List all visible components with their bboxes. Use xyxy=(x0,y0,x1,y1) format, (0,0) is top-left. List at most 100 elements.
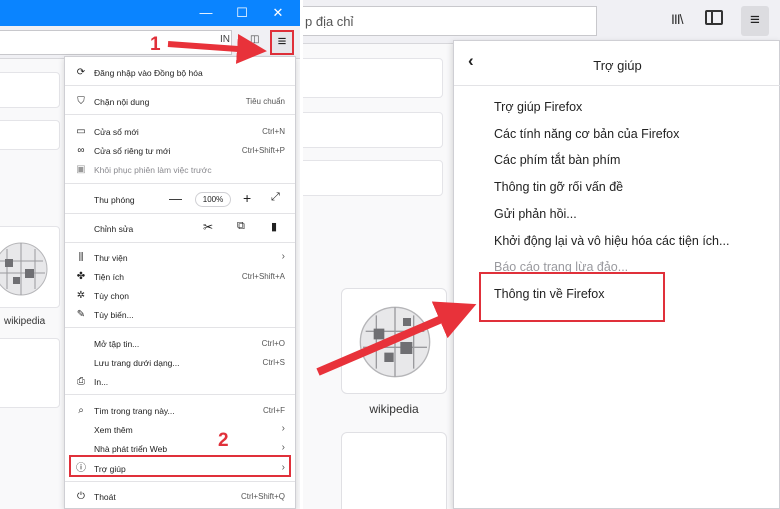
menu-label: Thư viện xyxy=(94,253,128,263)
chevron-right-icon: › xyxy=(281,423,285,434)
menu-item-zoom: Thu phóng — 100% + ⤢ xyxy=(65,190,295,209)
maximize-button[interactable]: ☐ xyxy=(232,3,252,23)
browser-toolbar: p địa chỉ III\ ≡ xyxy=(303,0,780,44)
menu-item-options[interactable]: ✲ Tùy chọn xyxy=(65,286,295,305)
puzzle-icon: ✤ xyxy=(76,271,86,282)
menu-label: Nhà phát triển Web xyxy=(94,444,168,454)
new-tab-tile[interactable] xyxy=(341,432,447,509)
close-button[interactable]: ✕ xyxy=(268,3,288,23)
mask-icon: ∞ xyxy=(77,145,85,156)
search-icon: ⌕ xyxy=(78,405,84,416)
url-placeholder: p địa chỉ xyxy=(305,14,354,29)
menu-value: Tiêu chuẩn xyxy=(245,97,285,106)
hamburger-menu-button[interactable]: ≡ xyxy=(270,30,294,55)
help-item-troubleshooting[interactable]: Thông tin gỡ rối vấn đề xyxy=(494,180,623,194)
new-tab-section xyxy=(0,120,60,150)
menu-label: Thu phóng xyxy=(94,195,135,205)
menu-separator xyxy=(65,114,295,115)
menu-item-library[interactable]: ⫼ Thư viện › xyxy=(65,248,295,267)
menu-label: Tùy chọn xyxy=(94,291,129,301)
menu-separator xyxy=(65,327,295,328)
menu-item-content-blocking[interactable]: ⛉ Chặn nội dung Tiêu chuẩn xyxy=(65,92,295,111)
menu-label: Đăng nhập vào Đồng bộ hóa xyxy=(94,68,203,78)
sidebar-icon[interactable]: ◫ xyxy=(250,34,259,45)
wikipedia-tile[interactable] xyxy=(0,226,60,308)
menu-item-save-page[interactable]: Lưu trang dưới dạng... Ctrl+S xyxy=(65,353,295,372)
help-item-restart-addons-disabled[interactable]: Khởi động lại và vô hiệu hóa các tiện íc… xyxy=(494,234,729,248)
zoom-in-button[interactable]: + xyxy=(243,190,251,206)
minimize-button[interactable]: — xyxy=(196,3,216,23)
zoom-out-button[interactable]: — xyxy=(169,191,182,206)
menu-separator xyxy=(65,481,295,482)
menu-label: Lưu trang dưới dạng... xyxy=(94,358,180,368)
paste-icon[interactable]: ▮ xyxy=(271,220,277,233)
zoom-reset-button[interactable]: 100% xyxy=(195,192,231,207)
help-item-basic-features[interactable]: Các tính năng cơ bản của Firefox xyxy=(494,127,679,141)
menu-item-edit: Chỉnh sửa ✂ ⧉ ▮ xyxy=(65,219,295,238)
sync-icon: ⟳ xyxy=(76,67,86,78)
sidebar-icon[interactable] xyxy=(705,10,723,25)
brush-icon: ✎ xyxy=(76,309,86,320)
menu-shortcut: Ctrl+Shift+P xyxy=(241,146,285,155)
menu-item-quit[interactable]: ⏻ Thoát Ctrl+Shift+Q xyxy=(65,487,295,506)
menu-separator xyxy=(65,394,295,395)
fullscreen-icon[interactable]: ⤢ xyxy=(271,191,280,204)
menu-shortcut: Ctrl+Shift+Q xyxy=(240,492,285,501)
gear-icon: ✲ xyxy=(76,290,86,301)
menu-item-addons[interactable]: ✤ Tiện ích Ctrl+Shift+A xyxy=(65,267,295,286)
window-titlebar: — ☐ ✕ xyxy=(0,0,300,26)
help-item-keyboard-shortcuts[interactable]: Các phím tắt bàn phím xyxy=(494,153,620,167)
menu-label: Cửa sổ riêng tư mới xyxy=(94,146,171,156)
url-bar[interactable]: p địa chỉ xyxy=(303,6,597,36)
wikipedia-globe-icon xyxy=(359,306,431,378)
menu-shortcut: Ctrl+O xyxy=(261,339,285,348)
about-firefox-highlight-box xyxy=(479,272,665,322)
firefox-main-menu: ⟳ Đăng nhập vào Đồng bộ hóa ⛉ Chặn nội d… xyxy=(64,56,296,509)
window-icon: ▭ xyxy=(76,126,86,137)
menu-label: Tiện ích xyxy=(94,272,124,282)
panel-separator xyxy=(454,85,780,86)
restore-icon: ▣ xyxy=(76,164,86,175)
cut-icon[interactable]: ✂ xyxy=(203,220,213,234)
menu-shortcut: Ctrl+Shift+A xyxy=(241,272,285,281)
menu-item-find[interactable]: ⌕ Tìm trong trang này... Ctrl+F xyxy=(65,401,295,420)
wikipedia-caption: wikipedia xyxy=(369,402,419,416)
menu-item-customize[interactable]: ✎ Tùy biến... xyxy=(65,305,295,324)
menu-separator xyxy=(65,183,295,184)
wikipedia-caption: wikipedia xyxy=(4,316,46,327)
library-icon[interactable]: IN xyxy=(220,34,230,45)
menu-item-more[interactable]: Xem thêm › xyxy=(65,420,295,439)
copy-icon[interactable]: ⧉ xyxy=(237,220,245,233)
screenshot-composite: — ☐ ✕ IN ◫ ≡ wikipedia ⟳ Đăng nhập vào Đ… xyxy=(0,0,780,509)
new-tab-section xyxy=(303,160,443,196)
left-panel: — ☐ ✕ IN ◫ ≡ wikipedia ⟳ Đăng nhập vào Đ… xyxy=(0,0,300,509)
menu-label: Tìm trong trang này... xyxy=(94,406,175,416)
new-tab-search-box[interactable] xyxy=(303,58,443,98)
menu-item-restore-session[interactable]: ▣ Khôi phục phiên làm việc trước xyxy=(65,160,295,179)
menu-separator xyxy=(65,85,295,86)
menu-label: Mở tập tin... xyxy=(94,339,140,349)
menu-item-open-file[interactable]: Mở tập tin... Ctrl+O xyxy=(65,334,295,353)
menu-separator xyxy=(65,213,295,214)
wikipedia-tile[interactable] xyxy=(341,288,447,394)
menu-label: Xem thêm xyxy=(94,425,133,435)
menu-label: In... xyxy=(94,377,109,387)
menu-item-print[interactable]: ⎙ In... xyxy=(65,372,295,391)
shield-icon: ⛉ xyxy=(77,96,85,107)
menu-item-new-window[interactable]: ▭ Cửa sổ mới Ctrl+N xyxy=(65,122,295,141)
step-2-label: 2 xyxy=(218,430,229,451)
new-tab-search-box[interactable] xyxy=(0,72,60,108)
menu-label: Cửa sổ mới xyxy=(94,127,139,137)
new-tab-tile[interactable] xyxy=(0,338,60,408)
help-item-firefox-help[interactable]: Trợ giúp Firefox xyxy=(494,100,582,114)
help-item-feedback[interactable]: Gửi phản hồi... xyxy=(494,207,577,221)
library-icon[interactable]: III\ xyxy=(671,11,684,27)
printer-icon: ⎙ xyxy=(77,376,85,387)
menu-item-sync[interactable]: ⟳ Đăng nhập vào Đồng bộ hóa xyxy=(65,63,295,82)
url-bar[interactable] xyxy=(0,30,232,55)
hamburger-menu-button[interactable]: ≡ xyxy=(741,6,769,36)
chevron-right-icon: › xyxy=(281,442,285,453)
menu-item-private-window[interactable]: ∞ Cửa sổ riêng tư mới Ctrl+Shift+P xyxy=(65,141,295,160)
menu-label: Thoát xyxy=(94,492,116,502)
menu-shortcut: Ctrl+N xyxy=(262,127,285,136)
